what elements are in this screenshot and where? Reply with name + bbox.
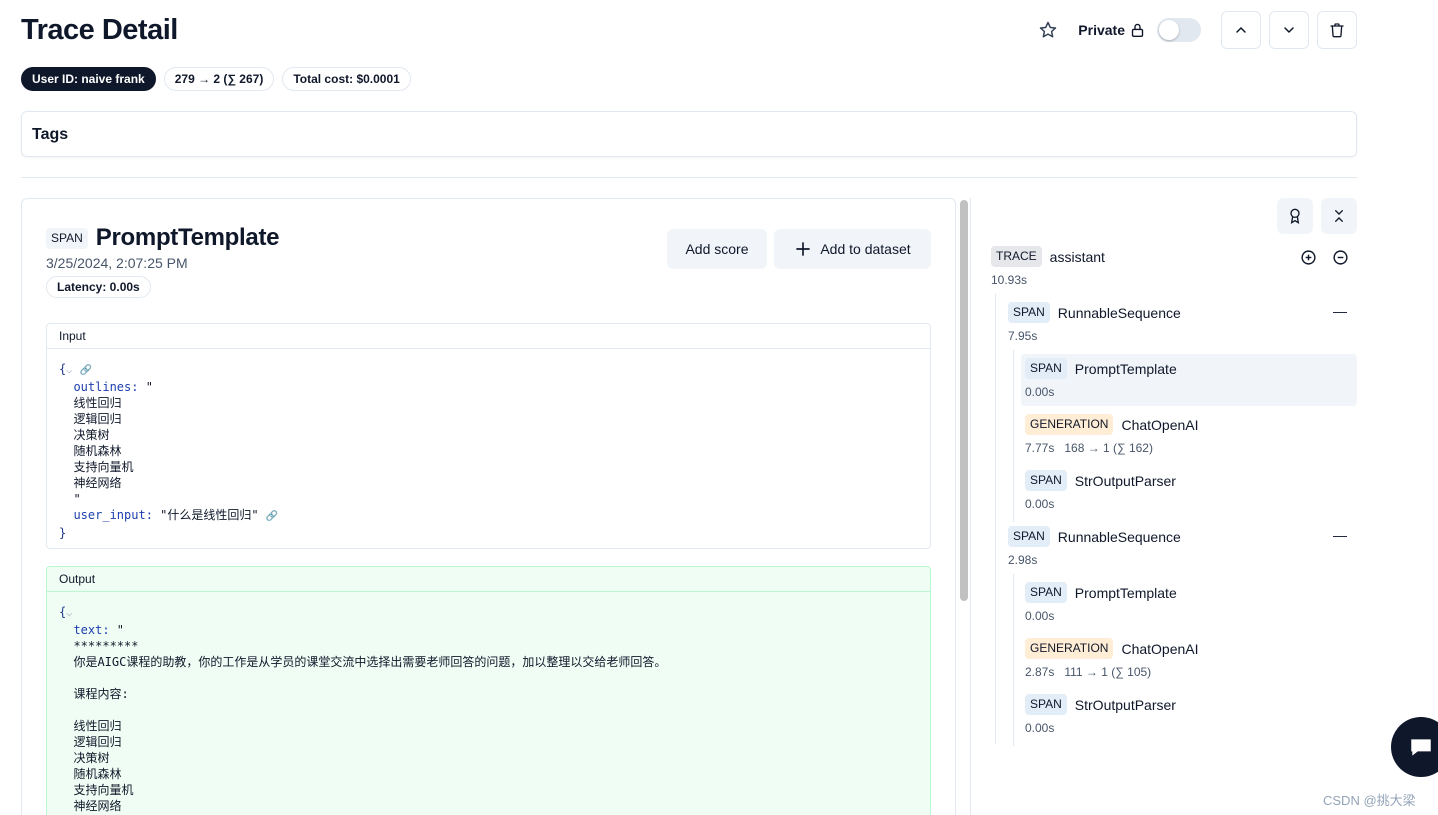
observation-timestamp: 3/25/2024, 2:07:25 PM [46,255,188,271]
node-name: StrOutputParser [1074,696,1176,713]
add-to-dataset-button[interactable]: Add to dataset [774,229,931,269]
node-name: assistant [1049,248,1105,265]
copy-link-icon[interactable]: 🔗 [266,511,278,522]
chevron-up-icon [1236,26,1246,33]
private-toggle[interactable] [1157,18,1201,42]
watermark: CSDN @挑大梁 [1323,793,1416,808]
tree-node-span[interactable]: SPAN RunnableSequence 7.95s [1008,302,1181,343]
node-name: RunnableSequence [1057,304,1181,321]
node-duration: 10.93s [991,273,1028,287]
trace-tree: TRACE assistant 10.93s SPAN RunnableSequ… [971,198,1438,815]
group-collapse-button[interactable]: — [1333,527,1347,543]
tree-node-generation[interactable]: GENERATION ChatOpenAI 7.77s 168 → 1 (∑ 1… [1025,414,1199,455]
observation-type-tag: SPAN [46,227,88,249]
previous-trace-button[interactable] [1221,11,1261,49]
tags-card[interactable]: Tags [21,111,1357,157]
tree-node-span[interactable]: SPAN RunnableSequence 2.98s [1008,526,1181,567]
tree-node-generation[interactable]: GENERATION ChatOpenAI 2.87s 111 → 1 (∑ 1… [1025,638,1199,679]
user-id-badge[interactable]: User ID: naive frank [21,67,156,91]
group-collapse-button[interactable]: — [1333,303,1347,319]
observation-detail-panel: SPAN PromptTemplate 3/25/2024, 2:07:25 P… [21,198,956,815]
node-name: StrOutputParser [1074,472,1176,489]
node-duration: 0.00s [1025,385,1055,399]
collapse-caret-icon[interactable]: ⌵ [66,365,72,376]
collapse-button[interactable] [1332,249,1349,269]
node-type-tag: SPAN [1025,358,1067,379]
award-icon [1290,208,1300,224]
node-name: ChatOpenAI [1121,640,1199,657]
next-trace-button[interactable] [1269,11,1309,49]
tree-guide-line [1013,350,1014,522]
node-type-tag: SPAN [1008,526,1050,547]
delete-button[interactable] [1317,11,1357,49]
node-duration: 0.00s [1025,721,1055,735]
tags-title: Tags [32,126,69,143]
input-box: Input {⌵ 🔗 outlines: " 线性回归 逻辑回归 决策树 随机森… [46,323,931,549]
star-button[interactable] [1034,16,1062,44]
node-type-tag: SPAN [1025,470,1067,491]
node-name: PromptTemplate [1074,360,1177,377]
node-duration: 7.77s 168 → 1 (∑ 162) [1025,441,1153,455]
tree-node-span-selected[interactable]: SPAN PromptTemplate 0.00s [1021,354,1357,406]
copy-link-icon[interactable]: 🔗 [80,365,92,376]
token-usage-badge: 279 → 2 (∑ 267) [163,67,275,91]
collapse-all-button[interactable] [1321,198,1357,234]
node-duration: 0.00s [1025,609,1055,623]
private-label: Private [1078,22,1125,38]
tree-guide-line [1013,574,1014,746]
total-cost-badge: Total cost: $0.0001 [282,67,411,91]
output-title: Output [47,567,930,592]
scores-toggle-button[interactable] [1277,198,1313,234]
node-duration: 0.00s [1025,497,1055,511]
expand-plus-icon [1301,250,1316,265]
add-to-dataset-label: Add to dataset [820,241,911,257]
observation-header: SPAN PromptTemplate [46,224,279,252]
input-json[interactable]: {⌵ 🔗 outlines: " 线性回归 逻辑回归 决策树 随机森林 支持向量… [47,349,930,548]
tree-node-span[interactable]: SPAN StrOutputParser 0.00s [1025,470,1176,511]
output-box: Output {⌵ text: " ********* 你是AIGC课程的助教，… [46,566,931,815]
header-actions: Private [1034,11,1357,49]
collapse-caret-icon[interactable]: ⌵ [66,608,72,619]
node-type-tag: GENERATION [1025,414,1114,435]
input-title: Input [47,324,930,349]
detail-scrollbar-thumb[interactable] [960,200,968,601]
node-type-tag: SPAN [1025,694,1067,715]
node-type-tag: GENERATION [1025,638,1114,659]
tree-node-span[interactable]: SPAN StrOutputParser 0.00s [1025,694,1176,735]
node-duration: 2.87s 111 → 1 (∑ 105) [1025,665,1152,679]
node-type-tag: SPAN [1008,302,1050,323]
trash-icon [1330,23,1344,38]
tree-node-span[interactable]: SPAN PromptTemplate 0.00s [1025,582,1177,623]
node-name: ChatOpenAI [1121,416,1199,433]
collapse-minus-icon [1333,250,1348,265]
trace-badges: User ID: naive frank 279 → 2 (∑ 267) Tot… [21,67,411,91]
expand-all-button[interactable] [1300,249,1317,269]
collapse-all-icon [1335,210,1343,222]
node-type-tag: TRACE [991,246,1042,267]
chevron-down-icon [1284,27,1294,34]
page-title: Trace Detail [21,14,178,46]
node-duration: 7.95s [1008,329,1038,343]
observation-name: PromptTemplate [95,224,280,251]
chat-icon [1411,739,1431,756]
node-duration: 2.98s [1008,553,1038,567]
node-type-tag: SPAN [1025,582,1067,603]
star-icon [1040,21,1057,38]
output-json[interactable]: {⌵ text: " ********* 你是AIGC课程的助教，你的工作是从学… [47,592,930,815]
divider [21,177,1357,178]
lock-icon [1129,22,1145,38]
node-name: RunnableSequence [1057,528,1181,545]
tree-guide-line [995,294,996,744]
tree-node-trace[interactable]: TRACE assistant 10.93s [991,246,1351,287]
latency-badge: Latency: 0.00s [46,276,151,298]
toggle-knob [1159,20,1179,40]
add-score-button[interactable]: Add score [667,229,767,269]
node-name: PromptTemplate [1074,584,1177,601]
plus-icon [796,242,811,256]
